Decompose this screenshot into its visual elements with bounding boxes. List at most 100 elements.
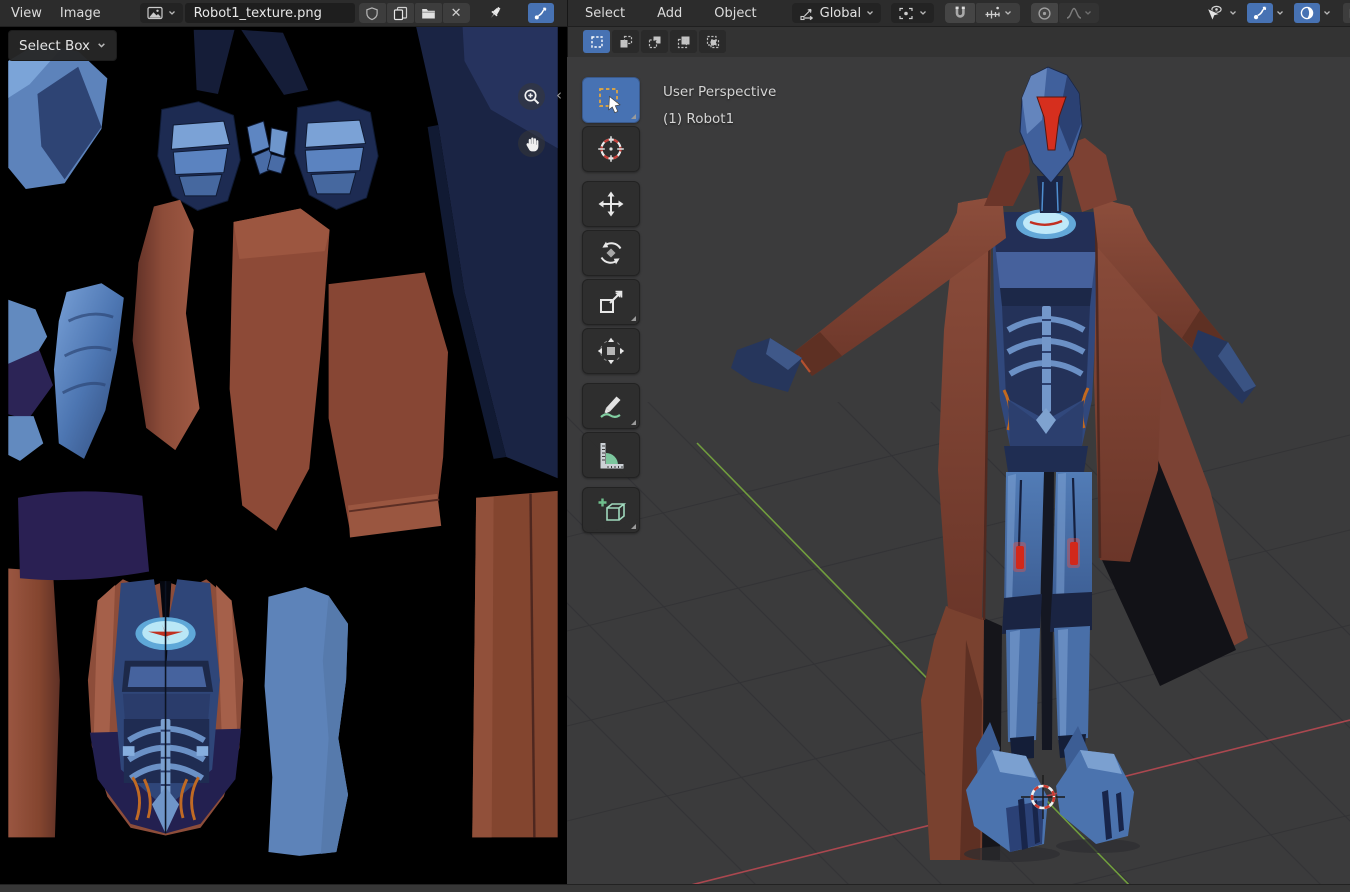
gizmo-icon: [1252, 5, 1268, 21]
menu-image[interactable]: Image: [51, 4, 110, 23]
image-browse-dropdown[interactable]: [140, 3, 183, 23]
object-visibility-dropdown[interactable]: [1199, 3, 1229, 23]
orientation-axes-icon: [799, 6, 815, 21]
shield-icon: [365, 6, 379, 21]
gizmo-icon: [533, 6, 548, 21]
uv-image-editor-canvas[interactable]: [0, 26, 566, 884]
hand-icon: [522, 134, 541, 153]
pan-button[interactable]: [518, 130, 545, 157]
select-mode-subtract[interactable]: [641, 30, 668, 53]
close-icon: ✕: [451, 7, 462, 20]
transform-orientation-dropdown[interactable]: Global: [792, 3, 881, 23]
sidebar-toggle-arrow[interactable]: ‹: [556, 86, 562, 104]
select-subtract-icon: [648, 35, 662, 49]
chevron-down-icon: [1004, 10, 1012, 16]
overlays-icon: [1299, 5, 1315, 21]
pivot-point-dropdown[interactable]: [891, 3, 934, 23]
uv-active-tool-dropdown[interactable]: Select Box: [8, 30, 117, 61]
magnifier-plus-icon: [523, 88, 541, 106]
duplicate-icon: [393, 6, 408, 21]
chevron-down-icon: [168, 10, 176, 16]
select-mode-invert[interactable]: [670, 30, 697, 53]
pin-button[interactable]: [482, 3, 508, 23]
uv-island-torso: [88, 579, 243, 835]
select-mode-set[interactable]: [583, 30, 610, 53]
transform-icon: [596, 336, 626, 366]
viewport-header: Select Add Object Global: [567, 0, 1350, 27]
select-mode-extend[interactable]: [612, 30, 639, 53]
chevron-down-icon: [866, 10, 874, 16]
fake-user-button[interactable]: [359, 3, 386, 23]
uv-gizmos-toggle[interactable]: [528, 3, 554, 23]
tool-select-box[interactable]: [582, 77, 640, 123]
uv-editor-header: View Image Robot1_texture.png ✕: [0, 0, 568, 27]
select-mode-intersect[interactable]: [699, 30, 726, 53]
tool-add-cube[interactable]: [582, 487, 640, 533]
select-box-icon: [596, 85, 626, 115]
uv-island-blue-leg: [265, 587, 348, 856]
new-image-button[interactable]: [387, 3, 414, 23]
pushpin-icon: [487, 5, 503, 21]
menu-object[interactable]: Object: [705, 4, 765, 23]
move-icon: [596, 189, 626, 219]
magnet-icon: [952, 5, 968, 21]
rotate-icon: [596, 238, 626, 268]
pivot-point-icon: [898, 6, 914, 21]
image-name-field[interactable]: Robot1_texture.png: [185, 3, 355, 23]
chevron-down-icon: [1276, 10, 1284, 16]
annotate-pencil-icon: [596, 391, 626, 421]
visibility-cursor-eye-icon: [1205, 5, 1223, 22]
select-extend-icon: [619, 35, 633, 49]
orientation-label: Global: [820, 6, 861, 21]
chevron-down-icon: [1229, 10, 1237, 16]
open-image-button[interactable]: [415, 3, 442, 23]
active-object-label: (1) Robot1: [663, 106, 776, 133]
snapping-group: [944, 3, 1020, 23]
xray-toggle[interactable]: [1343, 3, 1350, 23]
select-intersect-icon: [706, 35, 720, 49]
viewport-canvas[interactable]: User Perspective (1) Robot1: [567, 26, 1350, 884]
falloff-curve-icon: [1066, 6, 1082, 20]
tool-cursor[interactable]: [582, 126, 640, 172]
zoom-button[interactable]: [518, 83, 545, 110]
chevron-down-icon: [1084, 10, 1092, 16]
tool-rotate[interactable]: [582, 230, 640, 276]
proportional-circle-icon: [1037, 6, 1052, 21]
uv-texture-image: [0, 26, 566, 884]
proportional-edit-toggle[interactable]: [1031, 3, 1058, 23]
snap-settings-dropdown[interactable]: [976, 3, 1020, 23]
viewport-toolbar: [582, 77, 638, 536]
viewport-scene: [567, 26, 1350, 884]
menu-view[interactable]: View: [2, 4, 51, 23]
torso: [992, 209, 1100, 446]
tool-annotate[interactable]: [582, 383, 640, 429]
falloff-dropdown[interactable]: [1059, 3, 1099, 23]
viewport-overlay-text: User Perspective (1) Robot1: [663, 79, 776, 133]
viewport-toggle-cluster: [1199, 3, 1350, 23]
select-invert-icon: [677, 35, 691, 49]
show-overlays-toggle[interactable]: [1294, 3, 1320, 23]
viewport-tool-settings-bar: [567, 26, 1350, 57]
chevron-down-icon: [919, 10, 927, 16]
view-perspective-label: User Perspective: [663, 79, 776, 106]
proportional-edit-group: [1030, 3, 1099, 23]
snap-toggle[interactable]: [945, 3, 975, 23]
uv-island-purple-rect: [18, 491, 149, 580]
select-set-icon: [590, 35, 604, 49]
folder-icon: [421, 7, 436, 20]
tool-transform[interactable]: [582, 328, 640, 374]
increment-snap-icon: [984, 6, 1001, 21]
chevron-down-icon: [97, 42, 106, 49]
show-gizmos-toggle[interactable]: [1247, 3, 1273, 23]
menu-select[interactable]: Select: [576, 4, 634, 23]
measure-icon: [596, 440, 626, 470]
unlink-image-button[interactable]: ✕: [443, 3, 470, 23]
add-cube-icon: [596, 495, 626, 525]
tool-scale[interactable]: [582, 279, 640, 325]
uv-active-tool-label: Select Box: [19, 38, 90, 54]
cursor-tool-icon: [596, 134, 626, 164]
tool-move[interactable]: [582, 181, 640, 227]
tool-measure[interactable]: [582, 432, 640, 478]
menu-add[interactable]: Add: [648, 4, 691, 23]
scale-icon: [596, 287, 626, 317]
